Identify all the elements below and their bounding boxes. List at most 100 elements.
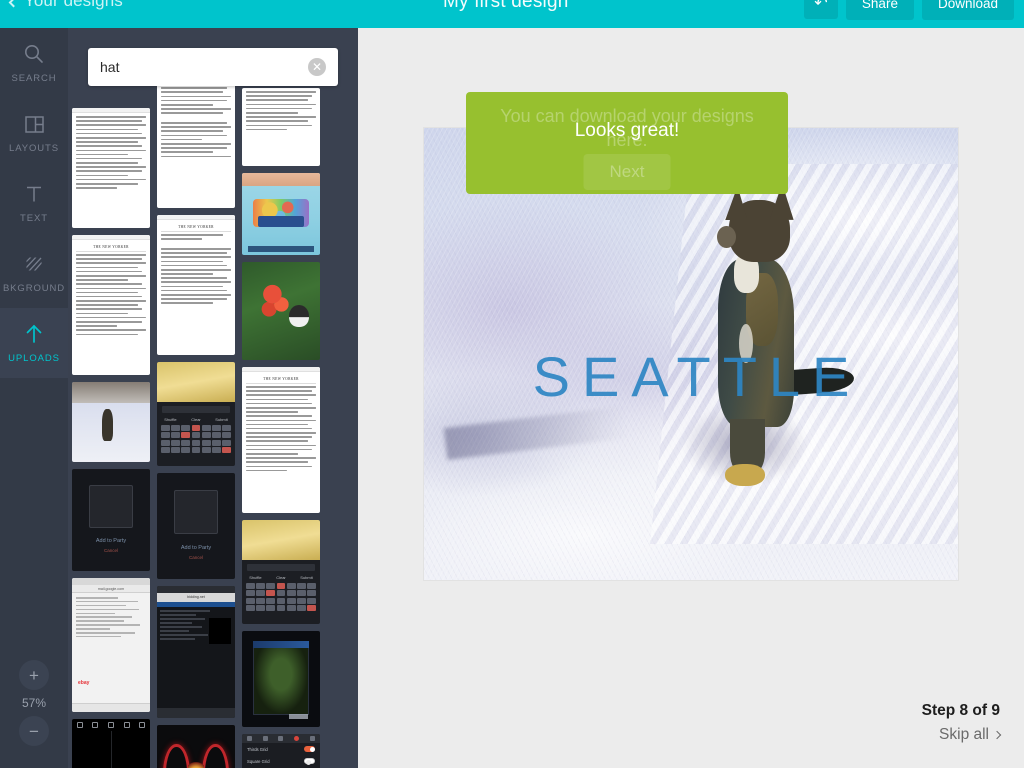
zoom-level: 57% bbox=[21, 696, 47, 710]
uploads-search-bar: ✕ bbox=[88, 48, 338, 86]
timer-icon bbox=[139, 722, 146, 728]
shirt-caption-strip bbox=[248, 246, 314, 252]
setting-label: Square Grid bbox=[247, 758, 270, 764]
thumbnail-gmail-ebay-receipt[interactable]: mail.google.com ebay bbox=[72, 578, 150, 712]
search-input[interactable] bbox=[100, 59, 308, 75]
thumbnail-column-1: THE NEW YORKER Add to Party Cancel mail.… bbox=[72, 108, 150, 768]
letter-keys-grid bbox=[242, 582, 320, 616]
undo-button[interactable]: ↶ bbox=[803, 0, 838, 19]
bird-shape bbox=[288, 305, 310, 327]
left-tool-rail: SEARCH LAYOUTS TEXT BKGROUND UPLOADS + 5… bbox=[0, 28, 68, 768]
treeline-shape bbox=[72, 382, 150, 403]
settings-icon bbox=[123, 722, 130, 728]
add-to-party-label: Add to Party bbox=[95, 538, 127, 545]
skip-all-link[interactable]: Skip all bbox=[922, 726, 1002, 744]
wb-icon bbox=[107, 722, 114, 728]
share-button[interactable]: Share bbox=[845, 0, 914, 20]
thumbnail-ps4-game-case[interactable] bbox=[242, 631, 320, 727]
layouts-icon bbox=[24, 112, 45, 136]
cat-photo-subject bbox=[680, 183, 855, 487]
camera-toolbar bbox=[72, 719, 150, 731]
thumbnail-cat-in-snow[interactable] bbox=[72, 382, 150, 462]
thumbnail-newyorker-article-4[interactable]: THE NEW YORKER bbox=[157, 215, 235, 355]
thumbnail-newyorker-article-1[interactable] bbox=[72, 108, 150, 228]
add-to-party-label: Add to Party bbox=[180, 545, 212, 552]
shuffle-label: Shuffle bbox=[249, 574, 262, 580]
status-bar-strip bbox=[72, 235, 150, 240]
game-case-art bbox=[252, 640, 310, 716]
thumbnail-newyorker-article-6[interactable]: THE NEW YORKER bbox=[242, 367, 320, 513]
clear-search-button[interactable]: ✕ bbox=[308, 58, 326, 76]
zoom-out-button[interactable]: − bbox=[19, 716, 49, 746]
thumbnail-word-game-2[interactable]: Shuffle Clear Submit bbox=[242, 520, 320, 624]
url-bar-label: mail.google.com bbox=[72, 585, 150, 593]
thumbnail-app-settings[interactable]: Thirds Grid Square Grid Sounds Adaptive … bbox=[242, 734, 320, 768]
dialog-card-shape bbox=[174, 489, 218, 535]
burp-wordmark bbox=[257, 215, 305, 228]
sidebar-item-uploads[interactable]: UPLOADS bbox=[0, 308, 68, 378]
masthead-label: THE NEW YORKER bbox=[76, 243, 146, 252]
game-photo-area bbox=[242, 520, 320, 560]
sidebar-item-bkground[interactable]: BKGROUND bbox=[0, 238, 68, 308]
refresh-icon bbox=[309, 736, 315, 741]
status-bar-strip bbox=[72, 108, 150, 113]
canva-editor-window: Your designs My first design ↶ Share Dow… bbox=[0, 0, 1024, 768]
thumbnail-newyorker-article-2[interactable]: THE NEW YORKER bbox=[72, 235, 150, 375]
thumbnail-burp-tshirt[interactable] bbox=[242, 173, 320, 255]
design-canvas[interactable]: SEATTLE bbox=[424, 128, 958, 580]
thumbnail-word-game-1[interactable]: Shuffle Clear Submit bbox=[157, 362, 235, 466]
answer-input-strip bbox=[162, 405, 230, 413]
sidebar-item-layouts[interactable]: LAYOUTS bbox=[0, 98, 68, 168]
thumbnail-camera-dark[interactable] bbox=[72, 719, 150, 768]
tour-stepper: Step 8 of 9 Skip all bbox=[922, 702, 1002, 744]
download-button[interactable]: Download bbox=[921, 0, 1014, 20]
timer-icon bbox=[278, 736, 284, 741]
zoom-in-button[interactable]: + bbox=[19, 660, 49, 690]
status-bar-strip bbox=[157, 215, 235, 220]
flash-icon bbox=[247, 736, 253, 741]
thumbnail-newyorker-article-3[interactable] bbox=[157, 80, 235, 208]
camera-viewfinder bbox=[72, 731, 150, 768]
browser-toolbar-strip bbox=[72, 703, 150, 712]
thumbnail-newyorker-article-5[interactable] bbox=[242, 88, 320, 166]
sidebar-label-layouts: LAYOUTS bbox=[9, 143, 59, 154]
upload-arrow-icon bbox=[23, 322, 45, 346]
back-to-your-designs-link[interactable]: Your designs bbox=[8, 0, 123, 11]
canvas-area[interactable]: SEATTLE You can download your designs he… bbox=[358, 28, 1024, 768]
thumbnail-add-to-party-2[interactable]: Add to Party Cancel bbox=[157, 473, 235, 579]
speedometer-gauge bbox=[202, 743, 229, 768]
thumbnail-column-3: THE NEW YORKER Shuffle Clear Submit Thir… bbox=[242, 88, 320, 768]
game-photo-area bbox=[157, 362, 235, 402]
rating-logo bbox=[288, 713, 308, 720]
sidebar-label-search: SEARCH bbox=[11, 73, 57, 84]
sidebar-item-text[interactable]: TEXT bbox=[0, 168, 68, 238]
grid-icon bbox=[262, 736, 268, 741]
thumbnail-chickadee-on-flowers[interactable] bbox=[242, 262, 320, 360]
toggle-switch[interactable] bbox=[304, 758, 315, 765]
sidebar-label-bkground: BKGROUND bbox=[2, 283, 66, 294]
cat-snout bbox=[716, 225, 736, 248]
submit-label: Submit bbox=[215, 416, 228, 422]
thumbnail-bidding-browser[interactable]: bidding.net bbox=[157, 586, 235, 718]
cat-foot bbox=[725, 463, 765, 487]
uploads-thumbnail-grid: THE NEW YORKER Add to Party Cancel mail.… bbox=[68, 28, 358, 768]
article-text-lines bbox=[161, 83, 231, 158]
coachmark-tooltip: You can download your designs here. Next… bbox=[466, 92, 788, 194]
shuffle-label: Shuffle bbox=[164, 416, 177, 422]
masthead-label: THE NEW YORKER bbox=[246, 375, 316, 384]
toggle-switch[interactable] bbox=[304, 746, 315, 752]
url-bar-label: bidding.net bbox=[157, 593, 235, 602]
image-placeholder-block bbox=[209, 617, 231, 645]
article-text-lines bbox=[76, 254, 146, 336]
thumbnail-car-dashboard[interactable] bbox=[157, 725, 235, 768]
sidebar-item-search[interactable]: SEARCH bbox=[0, 28, 68, 98]
answer-input-strip bbox=[247, 563, 315, 571]
camera-toolbar bbox=[242, 734, 320, 743]
flash-icon bbox=[76, 722, 83, 728]
design-title[interactable]: My first design bbox=[443, 0, 568, 13]
clear-label: Clear bbox=[191, 416, 201, 422]
thumbnail-add-to-party-1[interactable]: Add to Party Cancel bbox=[72, 469, 150, 571]
back-link-label: Your designs bbox=[24, 0, 123, 10]
skip-all-label: Skip all bbox=[939, 726, 989, 743]
coachmark-next-button[interactable]: Next bbox=[583, 154, 671, 190]
